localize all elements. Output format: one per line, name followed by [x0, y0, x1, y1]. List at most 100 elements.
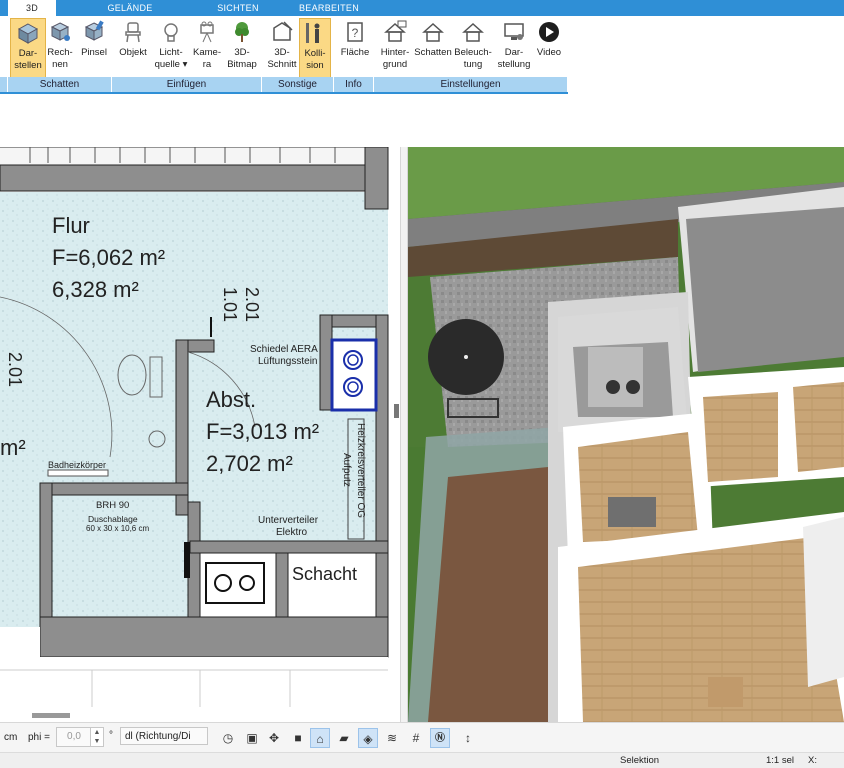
- label-vent: Schiedel AERA: [250, 344, 318, 355]
- button-label-line1: Licht-: [159, 47, 183, 58]
- button-label-line2: nen: [52, 59, 68, 70]
- section-cut-icon: [273, 21, 293, 41]
- objekt-button[interactable]: Objekt: [115, 18, 151, 78]
- button-label-line2: tung: [463, 59, 483, 70]
- room-area-abst: F=3,013 m²: [206, 419, 320, 444]
- cube-calc-icon: [50, 22, 70, 41]
- room-name-abst: Abst.: [206, 387, 257, 412]
- label-shelf: Duschablage: [88, 514, 138, 524]
- paint-icon[interactable]: ■: [288, 728, 308, 748]
- button-label-line2: stellung: [497, 59, 531, 70]
- label-radiator: Badheizkörper: [48, 460, 107, 470]
- darstellung-button[interactable]: Dar-stellung: [494, 18, 534, 78]
- splitter-grip[interactable]: [394, 404, 399, 418]
- button-label-line1: Objekt: [119, 47, 147, 58]
- tab-bearbeiten[interactable]: BEARBEITEN: [294, 0, 364, 16]
- dimension-label-left: 2.01: [5, 352, 25, 388]
- house-light-icon: [462, 22, 484, 42]
- room-area2-flur: 6,328 m²: [52, 277, 139, 302]
- dimension-label-b: 2.01: [242, 287, 262, 323]
- kamera-button[interactable]: Kame-ra: [190, 18, 224, 78]
- button-label-line2: grund: [382, 59, 408, 70]
- degree-label: °: [109, 730, 113, 741]
- button-label-line1: Beleuch-: [454, 47, 492, 58]
- tab-3d[interactable]: 3D: [8, 0, 56, 16]
- layer-icon[interactable]: ◈: [358, 728, 378, 748]
- group-sonstige: Sonstige: [262, 77, 334, 92]
- button-label-line1: Video: [536, 47, 562, 58]
- video-button[interactable]: Video: [534, 18, 564, 78]
- phi-input[interactable]: 0,0: [56, 727, 92, 747]
- status-scale: 1:1 sel: [766, 755, 794, 766]
- monitor-icon[interactable]: ▣: [242, 728, 262, 748]
- button-label-line1: Kame-: [193, 47, 221, 58]
- view-splitter[interactable]: [400, 147, 408, 722]
- flaeche-button[interactable]: ? Fläche: [338, 18, 372, 78]
- button-label-line2: Schnitt: [267, 59, 297, 70]
- house-shadow-icon: [422, 22, 444, 42]
- button-label-line1: Dar-: [18, 48, 38, 59]
- roof-icon[interactable]: ⌂: [310, 728, 330, 748]
- house-background-icon: [384, 20, 407, 42]
- button-label-line1: Pinsel: [81, 47, 107, 58]
- horizontal-scrollbar-thumb[interactable]: [32, 713, 70, 718]
- car-icon[interactable]: ▰: [334, 728, 354, 748]
- camera-icon: [200, 21, 214, 43]
- label-brh: BRH 90: [96, 500, 130, 511]
- rechnen-button[interactable]: Rech-nen: [45, 18, 75, 78]
- chair-icon: [125, 22, 141, 43]
- 3d-bitmap-button[interactable]: 3D- Bitmap: [224, 18, 260, 78]
- monitor-settings-icon: [504, 23, 524, 40]
- clock-icon[interactable]: ◷: [218, 728, 238, 748]
- north-icon[interactable]: Ⓝ: [430, 728, 450, 748]
- direction-select[interactable]: dl (Richtung/Di: [120, 727, 208, 745]
- ribbon-group-stub: [0, 77, 8, 92]
- pinsel-button[interactable]: Pinsel: [78, 18, 110, 78]
- grid-icon[interactable]: #: [406, 728, 426, 748]
- collision-person-icon: [306, 23, 320, 43]
- button-label-line2: stellen: [14, 60, 42, 71]
- status-bar: Selektion 1:1 sel X:: [0, 752, 844, 768]
- play-icon: [539, 22, 559, 42]
- status-coord: X:: [808, 755, 817, 766]
- floor-plan-2d[interactable]: Flur F=6,062 m² 6,328 m² 1.01 2.01 2.01 …: [0, 147, 400, 722]
- beleuchtung-button[interactable]: Beleuch-tung: [453, 18, 493, 78]
- button-label-line1: Fläche: [340, 47, 370, 58]
- status-mode: Selektion: [620, 755, 660, 766]
- phi-label: phi =: [28, 732, 50, 743]
- darstellen-button[interactable]: Dar-stellen: [10, 18, 46, 78]
- button-label-line2: sion: [306, 60, 324, 71]
- group-einstellungen: Einstellungen: [374, 77, 568, 92]
- phi-stepper[interactable]: ▲ ▼: [90, 727, 104, 747]
- pin-icon[interactable]: ↕: [458, 728, 478, 748]
- button-label-line1: Hinter-: [380, 47, 410, 58]
- label-vent-2: Lüftungsstein: [258, 356, 318, 367]
- button-label-line1: Dar-: [504, 47, 524, 58]
- tab-gelaende[interactable]: GELÄNDE: [100, 0, 160, 16]
- group-schatten: Schatten: [8, 77, 112, 92]
- label-heating-2: Aufputz: [341, 453, 352, 487]
- 3d-schnitt-button[interactable]: 3D- Schnitt: [264, 18, 300, 78]
- svg-text:?: ?: [352, 26, 359, 40]
- button-label-line2: ra: [202, 59, 212, 70]
- view-3d[interactable]: [408, 147, 844, 722]
- label-distributor: Unterverteiler: [258, 515, 319, 526]
- camera-move-icon[interactable]: ✥: [264, 728, 284, 748]
- stack-icon[interactable]: ≋: [382, 728, 402, 748]
- lichtquelle-button[interactable]: Licht-quelle ▾: [153, 18, 189, 78]
- label-distributor-2: Elektro: [276, 527, 308, 538]
- tree-icon: [235, 22, 249, 42]
- ribbon-tab-bar: 3D GELÄNDE SICHTEN BEARBEITEN: [0, 0, 844, 16]
- button-label-line1: Kolli-: [304, 48, 326, 59]
- label-shelf-size: 60 x 30 x 10,6 cm: [86, 524, 150, 533]
- schatten-button[interactable]: Schatten: [413, 18, 453, 78]
- button-label-line1: 3D-: [274, 47, 290, 58]
- dimension-label-a: 1.01: [220, 287, 240, 323]
- room-name-flur: Flur: [52, 213, 90, 238]
- tab-sichten[interactable]: SICHTEN: [208, 0, 268, 16]
- label-shaft: Schacht: [292, 564, 358, 584]
- hintergrund-button[interactable]: Hinter-grund: [376, 18, 414, 78]
- kollision-button[interactable]: Kolli-sion: [299, 18, 331, 78]
- unit-label: cm: [4, 732, 18, 743]
- area-info-icon: ?: [347, 22, 363, 42]
